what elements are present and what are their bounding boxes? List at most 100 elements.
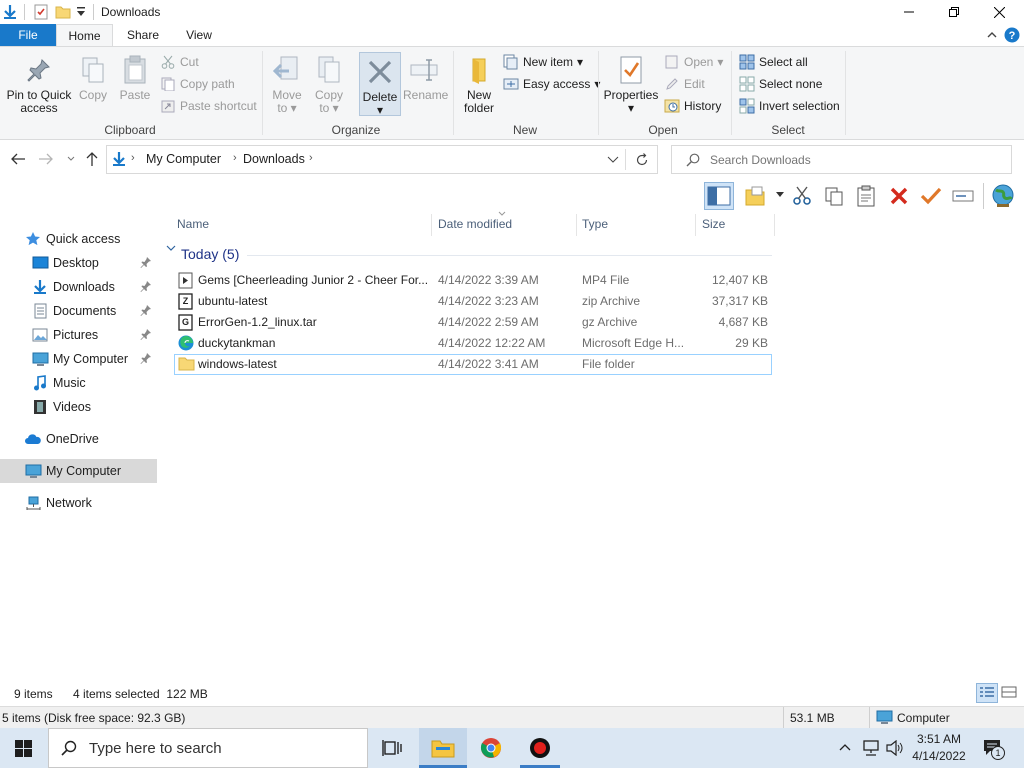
refresh-button[interactable] xyxy=(635,153,649,167)
search-box[interactable] xyxy=(671,145,1012,174)
new-item-button[interactable]: New item ▾ xyxy=(503,52,583,72)
group-collapse-chevron-icon[interactable] xyxy=(166,244,176,252)
back-button[interactable] xyxy=(10,152,26,166)
nav-documents[interactable]: Documents xyxy=(0,299,157,323)
column-header-type[interactable]: Type xyxy=(577,212,694,236)
nav-onedrive[interactable]: OneDrive xyxy=(0,427,157,451)
close-button[interactable] xyxy=(976,0,1022,24)
nav-pictures[interactable]: Pictures xyxy=(0,323,157,347)
show-hidden-icons-button[interactable] xyxy=(839,743,851,751)
folder-options-dropdown[interactable] xyxy=(776,192,784,198)
pin-to-quick-access-button[interactable]: Pin to Quick access xyxy=(4,49,74,115)
file-row[interactable]: Gems [Cheerleading Junior 2 - Cheer For.… xyxy=(174,270,772,291)
delete-toolbar-button[interactable] xyxy=(889,186,909,206)
tab-home[interactable]: Home xyxy=(56,24,113,47)
svg-text:G: G xyxy=(182,317,189,327)
breadcrumb-chevron-icon[interactable]: › xyxy=(309,152,313,164)
nav-quick-access[interactable]: Quick access xyxy=(0,227,157,251)
restore-button[interactable] xyxy=(931,0,977,24)
column-header-date-modified[interactable]: Date modified xyxy=(433,212,575,236)
paste-shortcut-icon xyxy=(160,98,176,114)
address-bar[interactable]: › My Computer › Downloads › xyxy=(106,145,658,174)
help-icon[interactable]: ? xyxy=(1004,27,1020,43)
paste-toolbar-button[interactable] xyxy=(856,185,876,207)
nav-music[interactable]: Music xyxy=(0,371,157,395)
breadcrumb-my-computer[interactable]: My Computer xyxy=(146,152,221,166)
minimize-ribbon-icon[interactable] xyxy=(985,28,999,42)
downloads-app-icon[interactable] xyxy=(2,4,18,20)
orange-check-icon xyxy=(920,187,942,205)
file-explorer-taskbar-button[interactable] xyxy=(419,728,467,768)
column-header-name[interactable]: Name xyxy=(172,212,430,236)
nav-desktop[interactable]: Desktop xyxy=(0,251,157,275)
address-history-dropdown[interactable] xyxy=(607,156,619,164)
column-separator[interactable] xyxy=(431,214,432,236)
edit-button[interactable]: Edit xyxy=(664,74,705,94)
properties-toolbar-button[interactable] xyxy=(920,186,942,206)
cut-button[interactable]: Cut xyxy=(160,52,199,72)
cut-toolbar-button[interactable] xyxy=(792,186,812,206)
nav-downloads[interactable]: Downloads xyxy=(0,275,157,299)
copy-path-button[interactable]: Copy path xyxy=(160,74,235,94)
column-separator[interactable] xyxy=(774,214,775,236)
clock-time[interactable]: 3:51 AM xyxy=(916,732,962,746)
volume-tray-button[interactable] xyxy=(886,740,904,756)
new-folder-quick-icon[interactable] xyxy=(55,4,71,20)
tab-share[interactable]: Share xyxy=(113,24,173,46)
taskbar-search-placeholder: Type here to search xyxy=(89,740,222,757)
tab-file[interactable]: File xyxy=(0,24,56,46)
rename-button[interactable]: Rename xyxy=(403,49,448,102)
preview-pane-button[interactable] xyxy=(704,182,734,210)
search-input[interactable] xyxy=(710,151,1000,169)
recorder-taskbar-button[interactable] xyxy=(520,737,560,768)
column-header-size[interactable]: Size xyxy=(697,212,774,236)
breadcrumb-chevron-icon[interactable]: › xyxy=(233,152,237,164)
network-globe-button[interactable] xyxy=(990,184,1016,208)
forward-button[interactable] xyxy=(38,152,54,166)
file-row-focused[interactable]: windows-latest 4/14/2022 3:41 AM File fo… xyxy=(174,354,772,375)
column-separator[interactable] xyxy=(695,214,696,236)
start-button[interactable] xyxy=(15,740,32,757)
nav-videos[interactable]: Videos xyxy=(0,395,157,419)
file-row[interactable]: G ErrorGen-1.2_linux.tar 4/14/2022 2:59 … xyxy=(174,312,772,333)
nav-my-computer-quick[interactable]: My Computer xyxy=(0,347,157,371)
delete-button[interactable]: Delete ▾ xyxy=(359,52,401,117)
invert-selection-button[interactable]: Invert selection xyxy=(739,96,840,116)
copy-to-button[interactable]: Copy to ▾ xyxy=(310,49,348,115)
details-view-button[interactable] xyxy=(976,683,998,703)
customize-quick-access-icon[interactable] xyxy=(76,6,86,18)
file-row[interactable]: duckytankman 4/14/2022 12:22 AM Microsof… xyxy=(174,333,772,354)
file-row[interactable]: Z ubuntu-latest 4/14/2022 3:23 AM zip Ar… xyxy=(174,291,772,312)
large-icons-view-button[interactable] xyxy=(1001,685,1017,699)
copy-toolbar-button[interactable] xyxy=(824,186,844,206)
breadcrumb-downloads[interactable]: Downloads xyxy=(243,152,305,166)
copy-button[interactable]: Copy xyxy=(74,49,112,102)
tab-view[interactable]: View xyxy=(173,24,225,46)
nav-network[interactable]: Network xyxy=(0,491,157,515)
nav-my-computer[interactable]: My Computer xyxy=(0,459,157,483)
minimize-button[interactable] xyxy=(886,0,932,24)
action-center-button[interactable]: 1 xyxy=(983,738,1005,760)
folder-options-button[interactable] xyxy=(744,185,766,207)
new-folder-button[interactable]: New folder xyxy=(458,49,500,115)
group-header-today[interactable]: Today (5) xyxy=(181,246,239,262)
open-button[interactable]: Open ▾ xyxy=(664,52,723,72)
network-tray-button[interactable] xyxy=(862,740,880,756)
paste-shortcut-button[interactable]: Paste shortcut xyxy=(160,96,257,116)
move-to-button[interactable]: Move to ▾ xyxy=(268,49,306,115)
breadcrumb-chevron-icon[interactable]: › xyxy=(131,152,135,164)
taskbar-search-box[interactable]: Type here to search xyxy=(48,728,368,768)
select-none-button[interactable]: Select none xyxy=(739,74,822,94)
easy-access-button[interactable]: Easy access▾ xyxy=(503,74,600,94)
recent-locations-button[interactable] xyxy=(66,155,76,163)
clock-date[interactable]: 4/14/2022 xyxy=(911,749,967,763)
properties-quick-icon[interactable] xyxy=(33,4,49,20)
properties-button[interactable]: Properties ▾ xyxy=(603,49,659,115)
chrome-taskbar-button[interactable] xyxy=(480,737,502,759)
history-button[interactable]: History xyxy=(664,96,721,116)
rename-toolbar-button[interactable] xyxy=(952,188,974,204)
up-button[interactable] xyxy=(85,151,99,167)
paste-button[interactable]: Paste xyxy=(116,49,154,102)
select-all-button[interactable]: Select all xyxy=(739,52,808,72)
task-view-button[interactable] xyxy=(382,739,402,757)
